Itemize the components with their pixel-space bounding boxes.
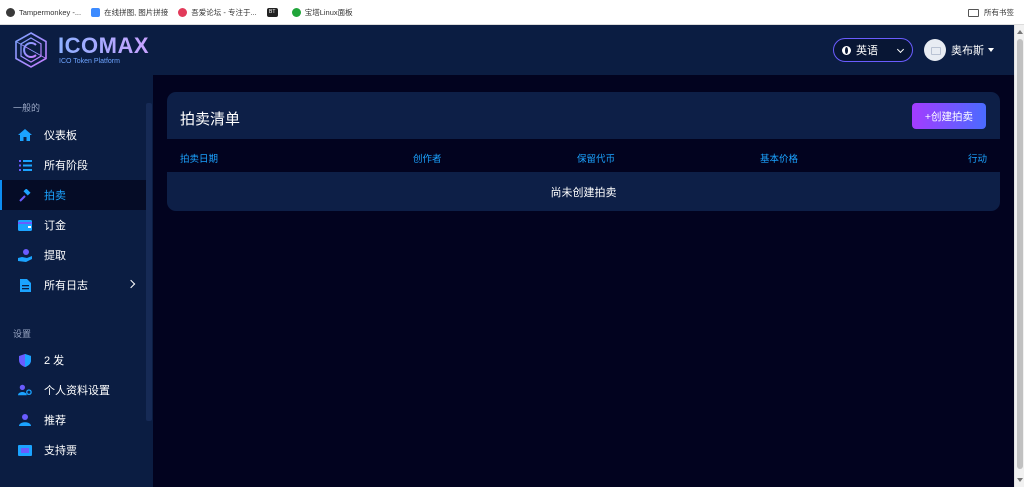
create-auction-button[interactable]: +创建拍卖 — [912, 103, 986, 129]
sidebar-item-label: 提取 — [44, 250, 66, 262]
sidebar-item-label: 所有阶段 — [44, 160, 88, 172]
sidebar-item-withdraw[interactable]: 提取 — [0, 240, 146, 270]
chevron-right-icon — [126, 279, 136, 289]
sidebar-item-support-tickets[interactable]: 支持票 — [0, 435, 146, 465]
withdraw-icon — [18, 248, 32, 262]
globe-icon — [842, 45, 851, 55]
sidebar-item-label: 个人资料设置 — [44, 385, 110, 397]
app-window: ICOMAX ICO Token Platform 英语 奥布斯 一般的 仪表板 — [0, 25, 1014, 487]
top-navbar: ICOMAX ICO Token Platform 英语 奥布斯 — [0, 25, 1014, 75]
bookmark-puzzle[interactable]: 在线拼图, 图片拼接 — [91, 7, 168, 18]
sidebar-item-label: 订金 — [44, 220, 66, 232]
bookmark-label: Tampermonkey -... — [19, 7, 82, 17]
column-action[interactable]: 行动 — [968, 151, 987, 165]
avatar — [924, 39, 946, 61]
shield-icon — [18, 353, 32, 367]
page-scrollbar[interactable] — [1014, 25, 1024, 487]
all-bookmarks[interactable]: 所有书签 — [968, 0, 1014, 25]
all-bookmarks-label: 所有书签 — [984, 8, 1014, 17]
card-title: 拍卖清单 — [180, 111, 241, 128]
language-select[interactable]: 英语 — [833, 38, 913, 62]
sidebar-item-label: 所有日志 — [44, 280, 88, 292]
puzzle-icon — [91, 7, 101, 17]
user-menu[interactable]: 奥布斯 — [924, 39, 994, 61]
sidebar-item-all-stages[interactable]: 所有阶段 — [0, 150, 146, 180]
ticket-icon — [18, 443, 32, 457]
document-icon — [18, 278, 32, 292]
sidebar-item-profile-settings[interactable]: 个人资料设置 — [0, 375, 146, 405]
sidebar-item-label: 拍卖 — [44, 190, 66, 202]
language-value: 英语 — [856, 45, 878, 57]
column-reserved-tokens[interactable]: 保留代币 — [577, 151, 615, 165]
list-icon — [18, 158, 32, 172]
brand-logo[interactable]: ICOMAX ICO Token Platform — [12, 31, 149, 69]
baota-icon — [291, 7, 301, 17]
user-name: 奥布斯 — [951, 45, 984, 57]
logo-emblem-icon — [15, 32, 47, 68]
bookmark-label: 在线拼图, 图片拼接 — [104, 7, 169, 17]
home-icon — [18, 128, 32, 142]
chevron-down-icon — [896, 45, 905, 54]
bookmark-label: 吾爱论坛 - 专注于... — [191, 7, 257, 17]
auction-list-card: 拍卖清单 +创建拍卖 拍卖日期 创作者 保留代币 基本价格 行动 尚未创建拍卖 — [167, 92, 1000, 211]
column-base-price[interactable]: 基本价格 — [760, 151, 798, 165]
sidebar-item-label: 推荐 — [44, 415, 66, 427]
scroll-up-arrow-icon[interactable] — [1017, 30, 1023, 34]
sidebar-item-auction[interactable]: 拍卖 — [0, 180, 146, 210]
tampermonkey-icon — [6, 7, 15, 17]
wallet-icon — [18, 218, 32, 232]
sidebar-scrollbar[interactable] — [146, 103, 152, 421]
brand-title: ICOMAX — [58, 33, 149, 58]
sidebar-item-label: 仪表板 — [44, 130, 77, 142]
sidebar-item-label: 2 发 — [44, 355, 65, 367]
bookmark-label: 宝塔Linux面板 — [304, 7, 353, 17]
scroll-thumb[interactable] — [1017, 39, 1023, 469]
bookmark-bt[interactable]: BT — [266, 7, 282, 17]
sidebar-section-general: 一般的 — [13, 103, 41, 113]
sidebar-item-2fa[interactable]: 2 发 — [0, 345, 146, 375]
sidebar-item-referral[interactable]: 推荐 — [0, 405, 146, 435]
sidebar-item-deposit[interactable]: 订金 — [0, 210, 146, 240]
forum-icon — [178, 7, 188, 17]
empty-table-message: 尚未创建拍卖 — [550, 186, 617, 199]
bt-icon: BT — [266, 7, 278, 17]
scroll-down-arrow-icon[interactable] — [1017, 478, 1023, 482]
sidebar: 一般的 仪表板 所有阶段 拍卖 订金 提取 所有日志 设置 2 发 个人资料设置… — [0, 75, 153, 487]
bookmark-forum[interactable]: 吾爱论坛 - 专注于... — [178, 7, 257, 18]
gavel-icon — [18, 188, 32, 202]
folder-icon — [968, 8, 979, 17]
bookmark-tampermonkey[interactable]: Tampermonkey -... — [6, 7, 82, 17]
sidebar-item-dashboard[interactable]: 仪表板 — [0, 120, 146, 150]
column-auction-date[interactable]: 拍卖日期 — [180, 151, 218, 165]
user-icon — [18, 413, 32, 427]
column-creator[interactable]: 创作者 — [413, 151, 442, 165]
sidebar-item-label: 支持票 — [44, 445, 77, 457]
table-header: 拍卖日期 创作者 保留代币 基本价格 行动 — [167, 139, 1000, 172]
sidebar-section-settings: 设置 — [13, 329, 32, 339]
bookmarks-bar: Tampermonkey -... 在线拼图, 图片拼接 吾爱论坛 - 专注于.… — [0, 0, 1024, 25]
bookmark-baota[interactable]: 宝塔Linux面板 — [291, 7, 353, 18]
sidebar-item-all-logs[interactable]: 所有日志 — [0, 270, 146, 300]
user-gear-icon — [18, 383, 32, 397]
caret-down-icon — [988, 48, 994, 52]
brand-subtitle: ICO Token Platform — [59, 58, 120, 65]
